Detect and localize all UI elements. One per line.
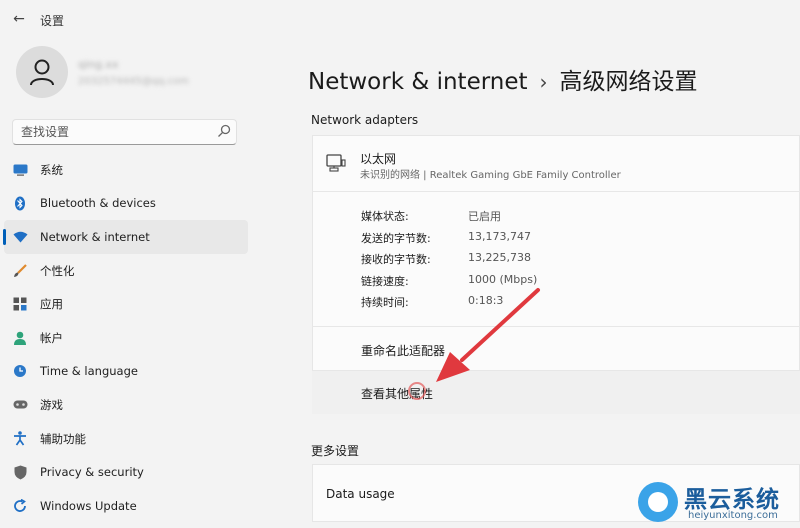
update-icon <box>12 498 28 514</box>
prop-key-bytes-sent: 发送的字节数: <box>361 232 431 245</box>
sidebar-item-label: 个性化 <box>40 263 75 278</box>
sidebar-item-windows-update[interactable]: Windows Update <box>4 489 248 523</box>
section-label-more-settings: 更多设置 <box>311 444 360 458</box>
account-card[interactable]: qing.xx 2032574445@qq.com <box>16 46 256 102</box>
sidebar-item-label: Network & internet <box>40 229 150 244</box>
watermark-title: 黑云系统 <box>684 487 780 513</box>
shield-icon <box>12 464 28 480</box>
ethernet-adapter-icon <box>326 154 346 172</box>
rename-adapter-button[interactable]: 重命名此适配器 <box>312 328 800 371</box>
rename-adapter-label: 重命名此适配器 <box>361 344 446 358</box>
sidebar-item-gaming[interactable]: 游戏 <box>4 388 248 422</box>
accessibility-icon <box>12 431 28 447</box>
prop-value-bytes-received: 13,225,738 <box>468 251 531 264</box>
watermark-logo-icon <box>638 482 678 522</box>
breadcrumb-separator: › <box>539 70 548 94</box>
adapter-name: 以太网 <box>360 152 397 166</box>
sidebar-item-bluetooth[interactable]: Bluetooth & devices <box>4 187 248 221</box>
sidebar-item-privacy[interactable]: Privacy & security <box>4 455 248 489</box>
prop-value-link-speed: 1000 (Mbps) <box>468 273 538 286</box>
apps-icon <box>12 296 28 312</box>
prop-key-bytes-received: 接收的字节数: <box>361 253 431 266</box>
account-name: qing.xx <box>78 58 119 71</box>
data-usage-label: Data usage <box>326 487 395 501</box>
brush-icon <box>12 263 28 279</box>
sidebar-item-personalization[interactable]: 个性化 <box>4 254 248 288</box>
globe-clock-icon <box>12 363 28 379</box>
watermark-url: heiyunxitong.com <box>688 510 778 521</box>
prop-key-link-speed: 链接速度: <box>361 275 409 288</box>
person-icon <box>12 330 28 346</box>
sidebar-item-system[interactable]: 系统 <box>4 153 248 187</box>
prop-value-duration: 0:18:3 <box>468 294 504 307</box>
account-email: 2032574445@qq.com <box>78 76 189 87</box>
sidebar-item-label: 游戏 <box>40 397 63 412</box>
title-bar: ← 设置 <box>0 0 800 40</box>
sidebar-item-label: 帐户 <box>40 330 63 345</box>
adapter-description: 未识别的网络 | Realtek Gaming GbE Family Contr… <box>360 170 621 181</box>
sidebar-item-label: 辅助功能 <box>40 431 86 446</box>
sidebar-item-label: Bluetooth & devices <box>40 196 156 211</box>
sidebar-item-accounts[interactable]: 帐户 <box>4 321 248 355</box>
prop-key-duration: 持续时间: <box>361 296 409 309</box>
sidebar-item-label: 应用 <box>40 297 63 312</box>
sidebar-item-label: Windows Update <box>40 498 137 513</box>
monitor-icon <box>12 162 28 178</box>
sidebar-item-time-language[interactable]: Time & language <box>4 355 248 389</box>
breadcrumb-parent[interactable]: Network & internet <box>308 69 528 95</box>
divider <box>312 191 800 192</box>
sidebar-item-network[interactable]: Network & internet <box>3 220 248 254</box>
avatar <box>16 46 68 98</box>
breadcrumb: Network & internet › 高级网络设置 <box>308 62 698 96</box>
prop-key-media-state: 媒体状态: <box>361 210 409 223</box>
wifi-icon <box>12 229 28 245</box>
gamepad-icon <box>12 397 28 413</box>
bluetooth-icon <box>12 195 28 211</box>
app-title: 设置 <box>40 14 65 28</box>
search-icon[interactable] <box>216 123 232 139</box>
sidebar-item-accessibility[interactable]: 辅助功能 <box>4 422 248 456</box>
prop-value-bytes-sent: 13,173,747 <box>468 230 531 243</box>
divider <box>312 326 800 327</box>
section-label-network-adapters: Network adapters <box>311 113 419 127</box>
prop-value-media-state: 已启用 <box>468 210 501 223</box>
sidebar-item-label: Privacy & security <box>40 465 144 480</box>
sidebar-item-label: Time & language <box>40 364 138 379</box>
back-arrow-icon[interactable]: ← <box>10 10 28 28</box>
page-title: 高级网络设置 <box>559 69 698 95</box>
person-icon <box>30 59 54 86</box>
site-watermark: 黑云系统 heiyunxitong.com <box>636 478 800 528</box>
click-indicator <box>408 382 426 400</box>
view-more-properties-button[interactable]: 查看其他属性 <box>312 371 800 414</box>
search-input[interactable] <box>12 119 237 145</box>
sidebar-item-apps[interactable]: 应用 <box>4 287 248 321</box>
sidebar-item-label: 系统 <box>40 162 63 177</box>
sidebar-nav: 系统 Bluetooth & devices Network & interne… <box>3 153 248 523</box>
